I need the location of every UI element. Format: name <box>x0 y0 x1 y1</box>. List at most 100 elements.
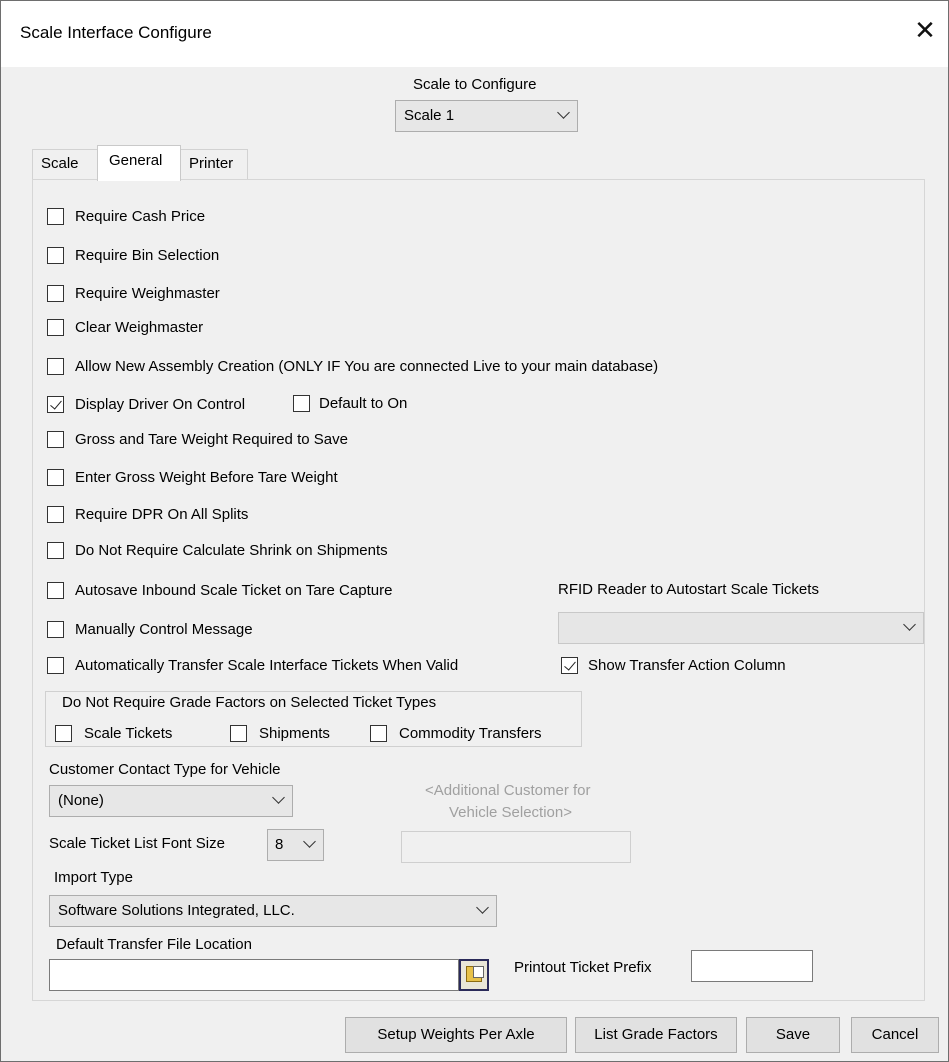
import-type-value: Software Solutions Integrated, LLC. <box>58 902 295 919</box>
chevron-down-icon <box>903 618 916 631</box>
option-label: Require Bin Selection <box>75 246 220 264</box>
close-icon[interactable]: ✕ <box>910 16 940 46</box>
rfid-label: RFID Reader to Autostart Scale Tickets <box>558 581 819 598</box>
option-label: Gross and Tare Weight Required to Save <box>75 430 348 448</box>
option-label: Commodity Transfers <box>399 724 542 742</box>
additional-customer-label-line1: <Additional Customer for <box>425 782 591 799</box>
option-label: Scale Tickets <box>84 724 173 742</box>
tab-printer[interactable]: Printer <box>180 149 248 179</box>
grade-scale-tickets[interactable]: Scale Tickets <box>55 722 172 744</box>
checkbox-checked[interactable] <box>47 395 64 413</box>
option-gross-tare-required[interactable]: Gross and Tare Weight Required to Save <box>47 428 348 450</box>
checkbox[interactable] <box>47 620 64 638</box>
option-label: Default to On <box>319 394 408 412</box>
ticket-prefix-field[interactable] <box>691 950 813 982</box>
list-grade-factors-button[interactable]: List Grade Factors <box>575 1017 737 1053</box>
save-button[interactable]: Save <box>746 1017 840 1053</box>
option-require-bin-selection[interactable]: Require Bin Selection <box>47 244 219 266</box>
scale-select-label: Scale to Configure <box>413 76 537 93</box>
option-no-calc-shrink[interactable]: Do Not Require Calculate Shrink on Shipm… <box>47 539 388 561</box>
import-type-label: Import Type <box>54 869 133 886</box>
grade-commodity-transfers[interactable]: Commodity Transfers <box>370 722 542 744</box>
option-label: Automatically Transfer Scale Interface T… <box>75 656 459 674</box>
option-clear-weighmaster[interactable]: Clear Weighmaster <box>47 316 203 338</box>
document-icon <box>473 966 484 978</box>
checkbox[interactable] <box>47 505 64 523</box>
option-auto-transfer[interactable]: Automatically Transfer Scale Interface T… <box>47 654 458 676</box>
save-label: Save <box>775 1026 811 1043</box>
rfid-select[interactable] <box>558 612 924 644</box>
checkbox[interactable] <box>47 581 64 599</box>
list-grade-factors-label: List Grade Factors <box>594 1026 718 1043</box>
import-type-select[interactable]: Software Solutions Integrated, LLC. <box>49 895 497 927</box>
grade-factors-group-title: Do Not Require Grade Factors on Selected… <box>60 694 439 711</box>
additional-customer-label-line2: Vehicle Selection> <box>449 804 573 821</box>
option-label: Manually Control Message <box>75 620 253 638</box>
contact-type-label: Customer Contact Type for Vehicle <box>49 761 281 778</box>
checkbox[interactable] <box>47 468 64 486</box>
checkbox[interactable] <box>47 430 64 448</box>
option-manual-message[interactable]: Manually Control Message <box>47 618 253 640</box>
contact-type-select[interactable]: (None) <box>49 785 293 817</box>
font-size-select[interactable]: 8 <box>267 829 324 861</box>
setup-weights-label: Setup Weights Per Axle <box>377 1026 535 1043</box>
contact-type-value: (None) <box>58 792 104 809</box>
chevron-down-icon <box>303 835 316 848</box>
checkbox[interactable] <box>47 207 64 225</box>
tab-scale[interactable]: Scale <box>32 149 98 179</box>
additional-customer-field[interactable] <box>401 831 631 863</box>
scale-select-value: Scale 1 <box>404 107 455 124</box>
tab-general[interactable]: General <box>97 145 181 181</box>
checkbox[interactable] <box>47 357 64 375</box>
chevron-down-icon <box>557 106 570 119</box>
checkbox[interactable] <box>47 246 64 264</box>
checkbox[interactable] <box>370 724 387 742</box>
cancel-label: Cancel <box>871 1026 919 1043</box>
option-label: Autosave Inbound Scale Ticket on Tare Ca… <box>75 581 393 599</box>
checkbox[interactable] <box>47 541 64 559</box>
dialog-window: Scale Interface Configure ✕ Scale to Con… <box>0 0 949 1062</box>
option-default-to-on[interactable]: Default to On <box>293 392 407 414</box>
option-label: Enter Gross Weight Before Tare Weight <box>75 468 338 486</box>
transfer-file-field[interactable] <box>49 959 459 991</box>
checkbox-checked[interactable] <box>561 656 578 674</box>
option-require-weighmaster[interactable]: Require Weighmaster <box>47 282 220 304</box>
option-show-transfer-column[interactable]: Show Transfer Action Column <box>561 654 786 676</box>
browse-folder-button[interactable] <box>459 959 489 991</box>
option-label: Do Not Require Calculate Shrink on Shipm… <box>75 541 388 559</box>
setup-weights-button[interactable]: Setup Weights Per Axle <box>345 1017 567 1053</box>
option-label: Clear Weighmaster <box>75 318 204 336</box>
checkbox[interactable] <box>55 724 72 742</box>
transfer-file-label: Default Transfer File Location <box>56 936 252 953</box>
option-label: Require Cash Price <box>75 207 206 225</box>
option-label: Display Driver On Control <box>75 395 246 413</box>
grade-shipments[interactable]: Shipments <box>230 722 330 744</box>
ticket-prefix-label: Printout Ticket Prefix <box>514 959 652 976</box>
font-size-label: Scale Ticket List Font Size <box>49 835 225 852</box>
option-label: Require Weighmaster <box>75 284 220 302</box>
option-label: Show Transfer Action Column <box>588 656 786 674</box>
chevron-down-icon <box>272 791 285 804</box>
checkbox[interactable] <box>293 394 310 412</box>
tab-printer-label: Printer <box>189 155 234 172</box>
scale-select[interactable]: Scale 1 <box>395 100 578 132</box>
tab-scale-label: Scale <box>41 155 79 172</box>
option-require-dpr[interactable]: Require DPR On All Splits <box>47 503 248 525</box>
option-autosave-inbound[interactable]: Autosave Inbound Scale Ticket on Tare Ca… <box>47 579 392 601</box>
cancel-button[interactable]: Cancel <box>851 1017 939 1053</box>
option-require-cash-price[interactable]: Require Cash Price <box>47 205 205 227</box>
option-label: Require DPR On All Splits <box>75 505 249 523</box>
font-size-value: 8 <box>275 836 284 853</box>
option-gross-before-tare[interactable]: Enter Gross Weight Before Tare Weight <box>47 466 338 488</box>
tab-general-label: General <box>109 152 163 169</box>
checkbox[interactable] <box>47 284 64 302</box>
chevron-down-icon <box>476 901 489 914</box>
title-bar: Scale Interface Configure ✕ <box>1 1 948 67</box>
option-display-driver[interactable]: Display Driver On Control <box>47 393 245 415</box>
option-allow-new-assembly[interactable]: Allow New Assembly Creation (ONLY IF You… <box>47 355 658 377</box>
checkbox[interactable] <box>47 318 64 336</box>
checkbox[interactable] <box>230 724 247 742</box>
checkbox[interactable] <box>47 656 64 674</box>
option-label: Shipments <box>259 724 330 742</box>
option-label: Allow New Assembly Creation (ONLY IF You… <box>75 357 659 375</box>
